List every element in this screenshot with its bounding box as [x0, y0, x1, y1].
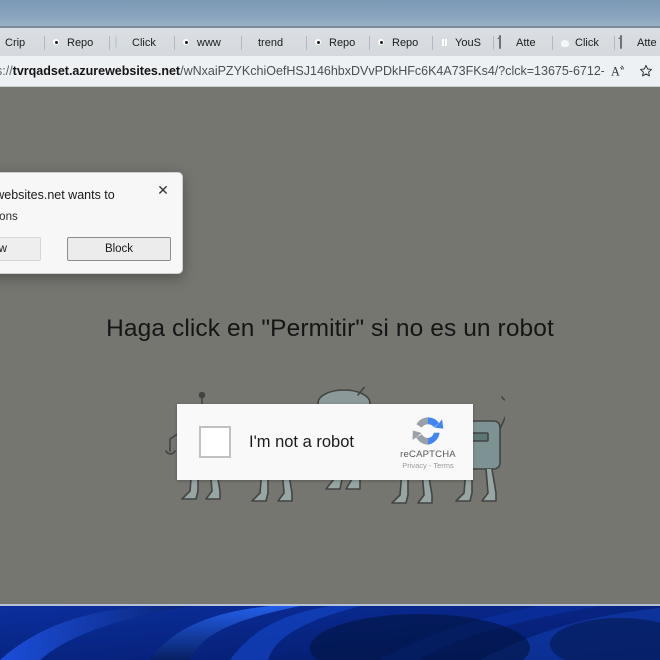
dark-favicon-icon: [312, 36, 326, 50]
recaptcha-legal-links[interactable]: Privacy - Terms: [402, 461, 454, 470]
address-bar: s://tvrqadset.azurewebsites.net/wNxaiPZY…: [0, 56, 660, 87]
green-favicon-icon: [438, 36, 452, 50]
recaptcha-label: I'm not a robot: [249, 432, 354, 451]
close-icon[interactable]: ✕: [154, 181, 172, 199]
browser-tab[interactable]: YouS: [433, 30, 494, 56]
desktop-wallpaper-top: [0, 0, 660, 28]
tab-label: Atte: [637, 37, 657, 49]
block-button[interactable]: Block: [67, 237, 171, 261]
tab-label: www: [197, 37, 221, 49]
permission-dialog-subtitle: notifications: [0, 211, 18, 223]
browser-tab[interactable]: Atte: [494, 30, 553, 56]
edge-icon: [558, 36, 572, 50]
recaptcha-logo-icon: [412, 417, 444, 445]
browser-tab[interactable]: Repo: [45, 30, 110, 56]
dark-favicon-icon: [375, 36, 389, 50]
browser-tab[interactable]: Crip: [0, 30, 45, 56]
page-viewport: Haga click en "Permitir" si no es un rob…: [0, 87, 660, 604]
browser-tab[interactable]: www: [175, 30, 242, 56]
browser-tab[interactable]: Click: [110, 30, 175, 56]
tab-label: Repo: [392, 37, 419, 49]
notification-permission-dialog: t.azurewebsites.net wants to notificatio…: [0, 172, 183, 274]
url-host: tvrqadset.azurewebsites.net: [12, 64, 181, 78]
dark-favicon-icon: [180, 36, 194, 50]
browser-tab[interactable]: Repo: [307, 30, 370, 56]
recaptcha-checkbox[interactable]: [199, 426, 231, 458]
tab-label: Repo: [329, 37, 356, 49]
page-heading: Haga click en "Permitir" si no es un rob…: [106, 315, 554, 342]
browser-tab[interactable]: Click: [553, 30, 615, 56]
document-icon: [620, 35, 634, 50]
tab-label: Crip: [5, 37, 26, 49]
svg-text:A: A: [611, 65, 620, 78]
desktop-wallpaper-bottom: [0, 604, 660, 660]
allow-button[interactable]: llow: [0, 237, 41, 261]
browser-tab[interactable]: Atte: [615, 30, 660, 56]
dark-favicon-icon: [50, 36, 64, 50]
url-path: /wNxaiPZYKchiOefHSJ146hbxDVvPDkHFc6K4A73…: [180, 64, 604, 78]
tab-label: Repo: [67, 37, 94, 49]
recaptcha-branding: reCAPTCHA Privacy - Terms: [389, 414, 473, 470]
tab-label: YouS: [455, 37, 481, 49]
read-aloud-icon[interactable]: A: [604, 58, 632, 84]
star-icon[interactable]: [632, 58, 660, 84]
pale-favicon-icon: [115, 35, 129, 50]
tab-label: Click: [132, 37, 156, 49]
tab-label: Click: [575, 37, 599, 49]
address-input[interactable]: s://tvrqadset.azurewebsites.net/wNxaiPZY…: [0, 59, 604, 83]
recaptcha-widget[interactable]: I'm not a robot reCAPTCHA Privacy - Term…: [177, 404, 473, 480]
tab-label: Atte: [516, 37, 536, 49]
browser-window: Crip Repo Click www trend Repo Repo YouS…: [0, 28, 660, 604]
address-text: s://tvrqadset.azurewebsites.net/wNxaiPZY…: [0, 64, 604, 78]
browser-tab[interactable]: trend: [242, 30, 307, 56]
permission-dialog-title: t.azurewebsites.net wants to: [0, 188, 115, 202]
url-scheme: s://: [0, 64, 13, 78]
tab-label: trend: [258, 37, 284, 49]
recaptcha-brand-name: reCAPTCHA: [400, 449, 456, 460]
document-icon: [499, 35, 513, 50]
wallpaper-bloom: [0, 604, 660, 660]
tab-strip: Crip Repo Click www trend Repo Repo YouS…: [0, 28, 660, 56]
browser-tab[interactable]: Repo: [370, 30, 433, 56]
